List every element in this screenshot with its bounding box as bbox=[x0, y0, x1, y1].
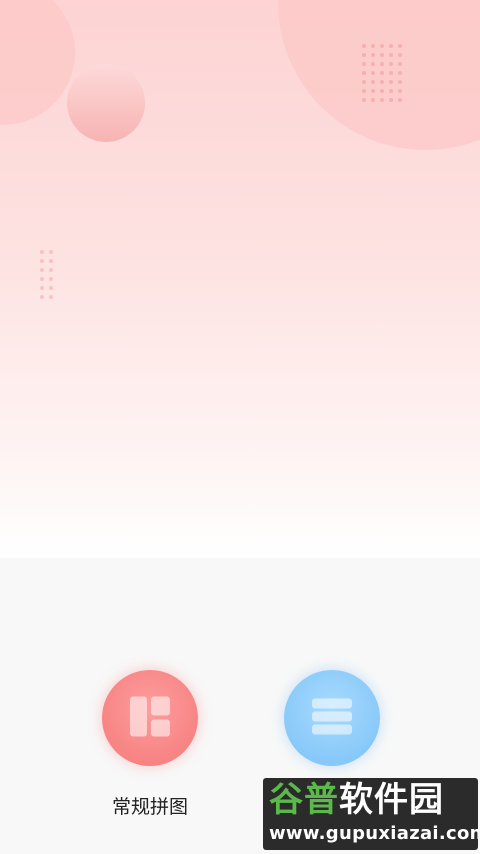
decor-dot bbox=[398, 53, 402, 57]
decor-dot bbox=[362, 71, 366, 75]
decor-dot bbox=[49, 268, 53, 272]
decor-dot bbox=[40, 250, 44, 254]
decor-dot bbox=[362, 62, 366, 66]
decor-dot bbox=[362, 80, 366, 84]
decor-dot bbox=[371, 44, 375, 48]
decor-circle bbox=[67, 64, 145, 142]
app-screen: 常规拼图 谷普软件园 www.gupuxiazai.com bbox=[0, 0, 480, 854]
watermark-title: 谷普软件园 bbox=[269, 778, 474, 822]
decor-dot bbox=[371, 53, 375, 57]
watermark-url: www.gupuxiazai.com bbox=[269, 823, 478, 844]
decor-dot bbox=[389, 44, 393, 48]
decor-dot bbox=[49, 277, 53, 281]
decor-dot bbox=[398, 44, 402, 48]
decor-dot bbox=[371, 62, 375, 66]
decor-dot bbox=[389, 71, 393, 75]
decor-dot bbox=[49, 295, 53, 299]
decor-dot bbox=[362, 53, 366, 57]
decor-dot bbox=[398, 71, 402, 75]
decor-dot-grid-right bbox=[362, 44, 402, 102]
hero-banner bbox=[0, 0, 480, 558]
decor-dot bbox=[371, 71, 375, 75]
decor-dot bbox=[398, 98, 402, 102]
decor-dot bbox=[40, 295, 44, 299]
decor-dot bbox=[380, 89, 384, 93]
decor-dot bbox=[362, 44, 366, 48]
grid-layout-icon bbox=[128, 695, 172, 742]
decor-dot-grid-left bbox=[40, 250, 53, 299]
list-stack-icon bbox=[310, 695, 354, 742]
decor-dot bbox=[380, 98, 384, 102]
decor-dot bbox=[389, 98, 393, 102]
decor-dot bbox=[398, 80, 402, 84]
decor-dot bbox=[371, 98, 375, 102]
decor-dot bbox=[389, 53, 393, 57]
regular-collage-label: 常规拼图 bbox=[111, 796, 188, 818]
decor-dot bbox=[371, 80, 375, 84]
decor-dot bbox=[398, 62, 402, 66]
watermark-title-part2: 软件园 bbox=[339, 780, 444, 820]
long-collage-button[interactable] bbox=[284, 670, 380, 766]
decor-dot bbox=[380, 71, 384, 75]
decor-dot bbox=[49, 250, 53, 254]
decor-dot bbox=[40, 268, 44, 272]
decor-dot bbox=[380, 80, 384, 84]
watermark-title-part1: 谷普 bbox=[269, 780, 339, 820]
decor-dot bbox=[40, 277, 44, 281]
decor-dot bbox=[362, 98, 366, 102]
decor-dot bbox=[371, 89, 375, 93]
decor-dot bbox=[389, 89, 393, 93]
decor-dot bbox=[49, 259, 53, 263]
regular-collage-button[interactable] bbox=[102, 670, 198, 766]
decor-dot bbox=[362, 89, 366, 93]
decor-dot bbox=[380, 44, 384, 48]
decor-dot bbox=[380, 53, 384, 57]
decor-dot bbox=[389, 80, 393, 84]
watermark-logo: 谷普软件园 www.gupuxiazai.com bbox=[263, 778, 478, 850]
decor-dot bbox=[380, 62, 384, 66]
decor-blob-left bbox=[0, 0, 75, 125]
decor-dot bbox=[49, 286, 53, 290]
decor-dot bbox=[40, 259, 44, 263]
decor-dot bbox=[398, 89, 402, 93]
decor-dot bbox=[40, 286, 44, 290]
decor-dot bbox=[389, 62, 393, 66]
